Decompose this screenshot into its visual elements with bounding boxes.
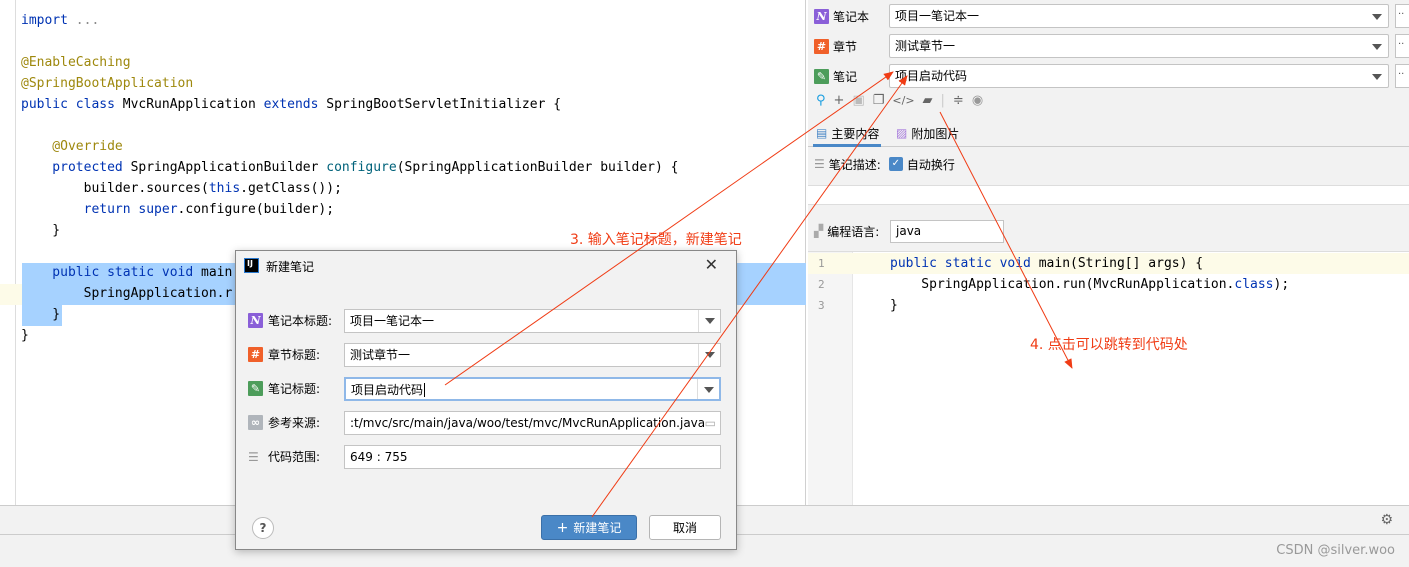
arrow-to-note-field xyxy=(591,75,908,518)
arrow-from-folder-icon xyxy=(939,111,1073,369)
annotation-step3: 3. 输入笔记标题，新建笔记 xyxy=(570,232,742,248)
annotation-step4: 4. 点击可以跳转到代码处 xyxy=(1030,337,1188,353)
annotation-arrows xyxy=(444,71,1073,518)
